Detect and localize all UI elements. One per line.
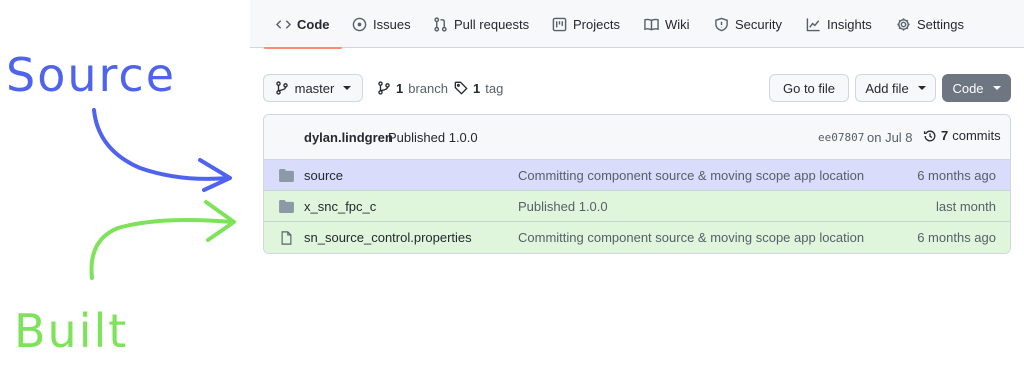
file-age: 6 months ago <box>917 168 996 183</box>
file-name[interactable]: x_snc_fpc_c <box>304 191 376 222</box>
commit-message[interactable]: Published 1.0.0 <box>388 130 478 145</box>
branch-count: 1 <box>396 80 404 96</box>
branch-icon <box>275 81 288 95</box>
commit-sha[interactable]: ee07807 <box>818 131 864 144</box>
commit-history-link[interactable]: 7 commits <box>923 128 1001 143</box>
tab-projects[interactable]: Projects <box>552 0 620 48</box>
branch-icon <box>378 81 390 95</box>
pull-request-icon <box>434 16 447 32</box>
tab-issues[interactable]: Issues <box>352 0 411 48</box>
add-file-label: Add file <box>865 80 909 96</box>
projects-icon <box>552 17 567 31</box>
code-icon <box>276 19 291 29</box>
tab-insights[interactable]: Insights <box>806 0 872 48</box>
tab-security-label: Security <box>735 16 782 32</box>
tab-settings-label: Settings <box>917 16 964 32</box>
commit-count: 7 <box>941 128 949 143</box>
chevron-down-icon <box>343 86 352 90</box>
folder-icon <box>278 160 294 191</box>
tab-pull-requests[interactable]: Pull requests <box>433 0 529 48</box>
tab-insights-label: Insights <box>827 16 872 32</box>
code-dropdown-label: Code <box>952 80 984 96</box>
source-arrow-icon <box>92 108 232 192</box>
source-annotation-label: Source <box>6 48 176 102</box>
gear-icon <box>897 17 910 31</box>
file-browser: dylan.lindgren Published 1.0.0 ee07807 o… <box>263 114 1011 254</box>
file-commit-message[interactable]: Committing component source & moving sco… <box>518 222 864 253</box>
file-name[interactable]: source <box>304 160 343 191</box>
tab-security[interactable]: Security <box>714 0 782 48</box>
issue-icon <box>352 17 367 31</box>
tag-count-label: tag <box>485 80 504 96</box>
tab-wiki-label: Wiki <box>665 16 690 32</box>
file-row-source[interactable]: source Committing component source & mov… <box>264 160 1010 191</box>
chevron-down-icon <box>992 86 1001 90</box>
tab-pull-requests-label: Pull requests <box>454 16 530 32</box>
graph-icon <box>806 17 820 31</box>
repo-nav: Code Issues Pull requests Projects Wiki … <box>250 0 1024 49</box>
branch-selector-label: master <box>294 80 335 96</box>
file-commit-message[interactable]: Published 1.0.0 <box>518 191 608 222</box>
go-to-file-label: Go to file <box>782 80 836 96</box>
tag-count: 1 <box>473 80 481 96</box>
tag-icon <box>454 81 468 95</box>
shield-icon <box>715 17 728 31</box>
code-dropdown-button[interactable]: Code <box>942 74 1011 102</box>
latest-commit-bar: dylan.lindgren Published 1.0.0 ee07807 o… <box>264 115 1010 160</box>
file-age: 6 months ago <box>917 230 996 245</box>
go-to-file-button[interactable]: Go to file <box>769 74 849 102</box>
tab-settings[interactable]: Settings <box>896 0 964 48</box>
tab-projects-label: Projects <box>573 16 620 32</box>
chevron-down-icon <box>917 86 926 90</box>
branch-selector-button[interactable]: master <box>263 74 363 102</box>
commit-count-label: commits <box>952 128 1001 143</box>
tab-code-label: Code <box>297 16 330 32</box>
file-icon <box>278 222 294 253</box>
history-icon <box>923 130 936 141</box>
built-annotation-label: Built <box>14 304 129 358</box>
file-name[interactable]: sn_source_control.properties <box>304 222 472 253</box>
branch-count-label: branch <box>408 80 448 96</box>
tab-code[interactable]: Code <box>264 0 341 49</box>
file-row-x-snc-fpc-c[interactable]: x_snc_fpc_c Published 1.0.0 last month <box>264 191 1010 222</box>
file-row-sn-source-control-properties[interactable]: sn_source_control.properties Committing … <box>264 222 1010 253</box>
tab-wiki[interactable]: Wiki <box>644 0 690 48</box>
commit-date: on Jul 8 <box>867 130 913 145</box>
wiki-book-icon <box>644 18 659 30</box>
branches-link[interactable]: 1 branch <box>377 74 448 102</box>
built-arrow-icon <box>89 200 236 280</box>
tags-link[interactable]: 1 tag <box>454 74 503 102</box>
add-file-button[interactable]: Add file <box>855 74 936 102</box>
commit-author[interactable]: dylan.lindgren <box>304 130 393 145</box>
file-commit-message[interactable]: Committing component source & moving sco… <box>518 160 864 191</box>
tab-issues-label: Issues <box>373 16 411 32</box>
folder-icon <box>278 191 294 222</box>
file-age: last month <box>936 199 996 214</box>
